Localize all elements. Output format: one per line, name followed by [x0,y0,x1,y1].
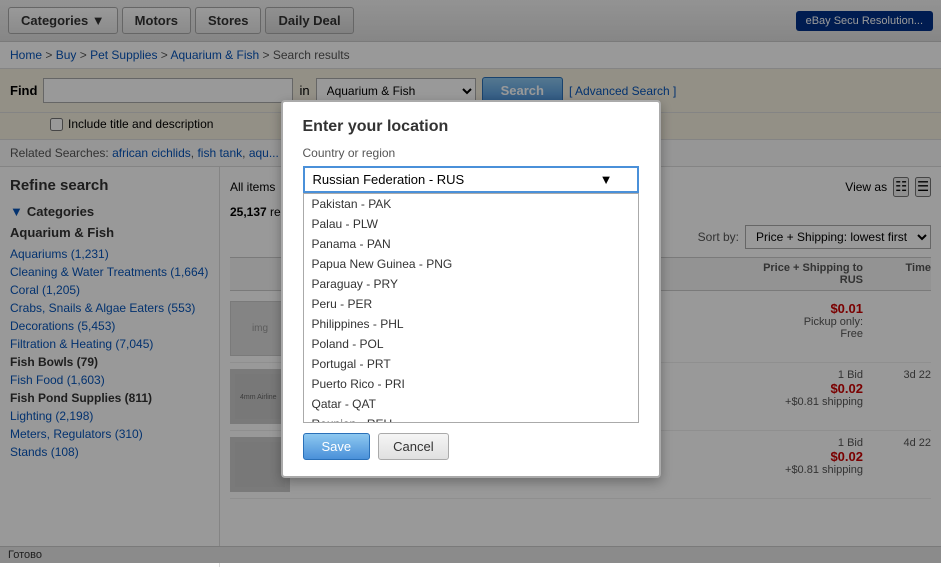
location-modal: Enter your location Country or region Ru… [281,100,661,478]
modal-dropdown[interactable]: Pakistan - PAK Palau - PLW Panama - PAN … [303,193,639,423]
dropdown-item-pakistan[interactable]: Pakistan - PAK [304,194,638,214]
modal-overlay: Enter your location Country or region Ru… [0,0,941,563]
dropdown-item-portugal[interactable]: Portugal - PRT [304,354,638,374]
dropdown-item-paraguay[interactable]: Paraguay - PRY [304,274,638,294]
modal-select-wrapper: Russian Federation - RUS ▼ Pakistan - PA… [303,166,639,423]
dropdown-item-palau[interactable]: Palau - PLW [304,214,638,234]
dropdown-item-poland[interactable]: Poland - POL [304,334,638,354]
dropdown-arrow-icon: ▼ [600,172,613,187]
modal-selected-value: Russian Federation - RUS [313,172,465,187]
save-button[interactable]: Save [303,433,371,460]
modal-actions: Save Cancel [303,433,639,460]
dropdown-item-qatar[interactable]: Qatar - QAT [304,394,638,414]
dropdown-item-panama[interactable]: Panama - PAN [304,234,638,254]
dropdown-item-peru[interactable]: Peru - PER [304,294,638,314]
dropdown-item-reunion[interactable]: Reunion - REU [304,414,638,423]
dropdown-item-philippines[interactable]: Philippines - PHL [304,314,638,334]
dropdown-item-puerto-rico[interactable]: Puerto Rico - PRI [304,374,638,394]
cancel-button[interactable]: Cancel [378,433,448,460]
dropdown-item-png[interactable]: Papua New Guinea - PNG [304,254,638,274]
modal-country-label: Country or region [303,146,639,160]
modal-title: Enter your location [303,118,639,136]
modal-selected-display[interactable]: Russian Federation - RUS ▼ [303,166,639,193]
